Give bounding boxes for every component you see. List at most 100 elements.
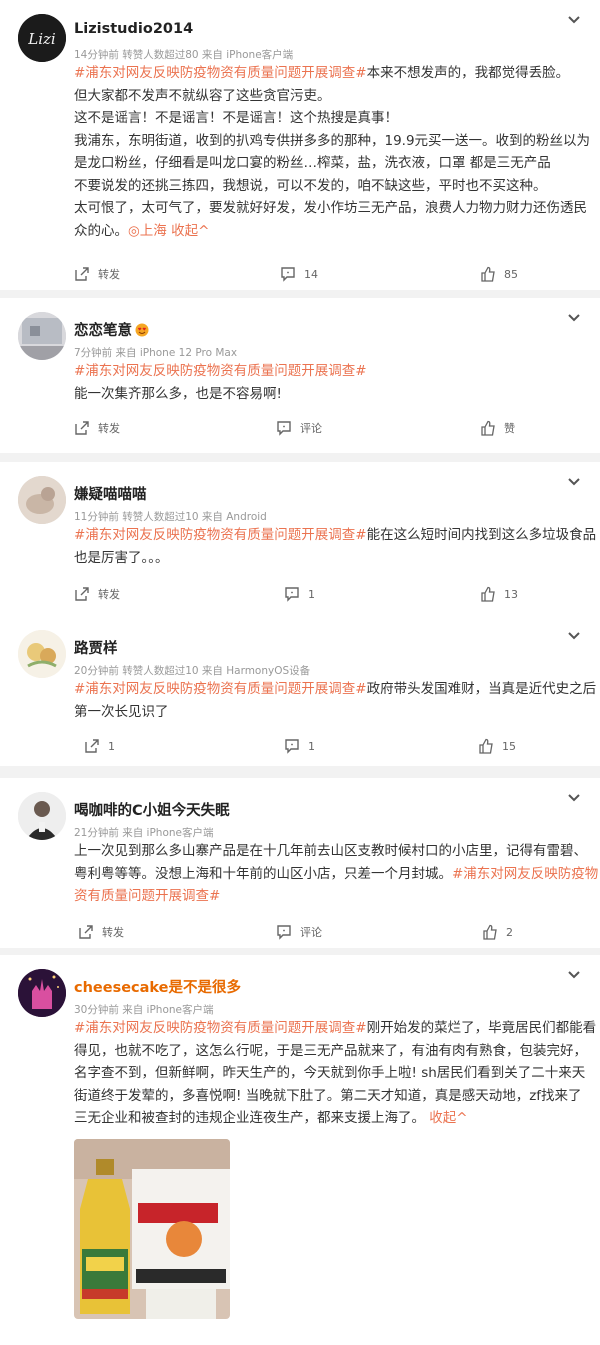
body-line: 是龙口粉丝，仔细看是叫龙口宴的粉丝…榨菜，盐，洗衣液，口罩 都是三无产品 xyxy=(74,155,551,171)
username[interactable]: 喝咖啡的C小姐今天失眠 xyxy=(74,799,230,820)
heart-eyes-emoji-icon xyxy=(135,323,149,337)
body-line: #浦东对网友反映防疫物资有质量问题开展调查#刚开始发的菜烂了，毕竟居民们都能看 xyxy=(74,1020,597,1036)
username[interactable]: 嫌疑喵喵喵 xyxy=(74,483,147,504)
chevron-down-icon[interactable] xyxy=(566,630,582,642)
avatar[interactable] xyxy=(18,312,66,360)
like-button[interactable]: 2 xyxy=(482,924,513,940)
action-bar: 转发 评论 2 xyxy=(0,924,600,946)
topic-link[interactable]: #浦东对网友反映防疫物资有质量问题开展调查# xyxy=(74,1020,367,1036)
post-card: cheesecake是不是很多 30分钟前 来自 iPhone客户端 #浦东对网… xyxy=(0,955,600,1345)
body-line: 众的心。◎上海 收起^ xyxy=(74,222,210,239)
topic-link[interactable]: #浦东对网友反映防疫物资有质量问题开展调查# xyxy=(74,681,367,697)
comment-icon xyxy=(277,421,291,436)
body-line: 也是厉害了。。。 xyxy=(74,549,169,566)
post-photo[interactable] xyxy=(74,1139,230,1319)
chevron-down-icon[interactable] xyxy=(566,969,582,981)
body-line: 能一次集齐那么多，也是不容易啊! xyxy=(74,385,282,402)
body-line: #浦东对网友反映防疫物资有质量问题开展调查#能在这么短时间内找到这么多垃圾食品 xyxy=(74,527,597,543)
body-line: #浦东对网友反映防疫物资有质量问题开展调查#政府带头发国难财，当真是近代史之后 xyxy=(74,681,597,697)
post-meta: 7分钟前 来自 iPhone 12 Pro Max xyxy=(74,347,238,359)
collapse-link[interactable]: 收起^ xyxy=(171,223,209,239)
avatar-text: Lizi xyxy=(27,30,56,48)
post-body: #浦东对网友反映防疫物资有质量问题开展调查#政府带头发国难财，当真是近代史之后 … xyxy=(74,678,597,723)
avatar[interactable] xyxy=(18,969,66,1017)
post-meta: 11分钟前 转赞人数超过10 来自 Android xyxy=(74,511,267,523)
body-line: 名字查不到，但新鲜啊，昨天生产的，今天就到你手上啦! sh居民们看到关了二十来天 xyxy=(74,1065,586,1081)
avatar[interactable] xyxy=(18,792,66,840)
collapse-link[interactable]: 收起^ xyxy=(429,1110,467,1126)
topic-link[interactable]: #浦东对网友反映防疫物资有质量问题开展调查# xyxy=(74,65,367,81)
comment-icon xyxy=(285,587,299,602)
post-card: 恋恋笔意 7分钟前 来自 iPhone 12 Pro Max #浦东对网友反映防… xyxy=(0,298,600,453)
repost-icon xyxy=(85,739,99,753)
like-button[interactable]: 85 xyxy=(480,266,518,282)
action-bar: 1 1 15 xyxy=(0,738,600,760)
post-body: 上一次见到那么多山寨产品是在十几年前去山区支教时候村口的小店里，记得有雷碧、 粤… xyxy=(74,840,599,908)
body-line: 不要说发的还挑三拣四，我想说，可以不发的，咱不缺这些，平时也不买这种。 xyxy=(74,177,547,194)
comment-icon xyxy=(277,925,291,940)
chevron-down-icon[interactable] xyxy=(566,792,582,804)
weibo-comment-feed: Lizi Lizistudio2014 14分钟前 转赞人数超过80 来自 iP… xyxy=(0,0,600,1345)
body-line: 我浦东，东明街道，收到的扒鸡专供拼多多的那种，19.9元买一送一。收到的粉丝以为 xyxy=(74,132,591,149)
body-line: 粤利粤等等。没想上海和十年前的山区小店，只差一个月封城。#浦东对网友反映防疫物 xyxy=(74,865,599,882)
comment-button[interactable]: 评论 xyxy=(276,420,322,436)
username[interactable]: 恋恋笔意 xyxy=(74,319,149,340)
like-icon xyxy=(479,738,493,754)
body-line: 街道终于发荤的，多喜悦啊! 当晚就下肚了。第二天才知道，真是感天动地，zf找来了 xyxy=(74,1087,582,1104)
repost-icon xyxy=(75,587,89,601)
post-body: #浦东对网友反映防疫物资有质量问题开展调查#本来不想发声的，我都觉得丢脸。 但大… xyxy=(74,62,591,242)
comment-button[interactable]: 1 xyxy=(284,738,315,754)
avatar[interactable] xyxy=(18,630,66,678)
topic-link[interactable]: 资有质量问题开展调查# xyxy=(74,888,220,904)
repost-icon xyxy=(75,421,89,435)
body-line: 上一次见到那么多山寨产品是在十几年前去山区支教时候村口的小店里，记得有雷碧、 xyxy=(74,843,587,859)
body-line: 这不是谣言！不是谣言！不是谣言！这个热搜是真事！ xyxy=(74,110,398,126)
like-button[interactable]: 赞 xyxy=(480,420,515,436)
username[interactable]: Lizistudio2014 xyxy=(74,21,193,37)
comment-icon xyxy=(281,267,295,282)
chevron-down-icon[interactable] xyxy=(566,312,582,324)
post-meta: 21分钟前 来自 iPhone客户端 xyxy=(74,827,214,839)
like-button[interactable]: 13 xyxy=(480,586,518,602)
like-icon xyxy=(483,924,497,940)
post-meta: 20分钟前 转赞人数超过10 来自 HarmonyOS设备 xyxy=(74,665,311,677)
repost-icon xyxy=(75,267,89,281)
like-icon xyxy=(481,586,495,602)
repost-button[interactable]: 转发 xyxy=(74,420,120,436)
topic-link[interactable]: #浦东对网友反映防疫物资有质量问题开展调查# xyxy=(74,527,367,543)
body-line: 但大家都不发声不就纵容了这些贪官污吏。 xyxy=(74,87,331,104)
repost-button[interactable]: 转发 xyxy=(74,266,120,282)
post-body: #浦东对网友反映防疫物资有质量问题开展调查#刚开始发的菜烂了，毕竟居民们都能看 … xyxy=(74,1017,597,1130)
body-line: 太可恨了，太可气了，要发就好好发，发小作坊三无产品，浪费人力物力财力还伤透民 xyxy=(74,200,587,216)
post-meta: 30分钟前 来自 iPhone客户端 xyxy=(74,1004,214,1016)
topic-link[interactable]: #浦东对网友反映防疫物 xyxy=(452,866,598,882)
comment-button[interactable]: 14 xyxy=(280,266,318,282)
chevron-down-icon[interactable] xyxy=(566,476,582,488)
post-card: Lizi Lizistudio2014 14分钟前 转赞人数超过80 来自 iP… xyxy=(0,0,600,290)
avatar[interactable] xyxy=(18,476,66,524)
body-line: 三无企业和被查封的违规企业连夜生产，都来支援上海了。 收起^ xyxy=(74,1110,468,1126)
location-link[interactable]: ◎上海 xyxy=(128,223,167,239)
post-body: #浦东对网友反映防疫物资有质量问题开展调查# 能一次集齐那么多，也是不容易啊! xyxy=(74,360,584,405)
post-card: 嫌疑喵喵喵 11分钟前 转赞人数超过10 来自 Android #浦东对网友反映… xyxy=(0,462,600,616)
comment-icon xyxy=(285,739,299,754)
comment-button[interactable]: 评论 xyxy=(276,924,322,940)
repost-icon xyxy=(79,925,93,939)
repost-button[interactable]: 转发 xyxy=(78,924,124,940)
body-line: 资有质量问题开展调查# xyxy=(74,885,584,908)
body-line: 第一次长见识了 xyxy=(74,703,169,720)
avatar[interactable]: Lizi xyxy=(18,14,66,62)
like-icon xyxy=(481,420,495,436)
body-line: #浦东对网友反映防疫物资有质量问题开展调查# xyxy=(74,360,584,383)
username[interactable]: 路贾样 xyxy=(74,637,118,658)
username[interactable]: cheesecake是不是很多 xyxy=(74,976,241,997)
post-card: 路贾样 20分钟前 转赞人数超过10 来自 HarmonyOS设备 #浦东对网友… xyxy=(0,616,600,766)
repost-button[interactable]: 1 xyxy=(84,738,115,754)
post-body: #浦东对网友反映防疫物资有质量问题开展调查#能在这么短时间内找到这么多垃圾食品 … xyxy=(74,524,597,569)
repost-button[interactable]: 转发 xyxy=(74,586,120,602)
action-bar: 转发 评论 赞 xyxy=(0,420,600,442)
topic-link[interactable]: #浦东对网友反映防疫物资有质量问题开展调查# xyxy=(74,363,367,379)
comment-button[interactable]: 1 xyxy=(284,586,315,602)
like-button[interactable]: 15 xyxy=(478,738,516,754)
chevron-down-icon[interactable] xyxy=(566,14,582,26)
